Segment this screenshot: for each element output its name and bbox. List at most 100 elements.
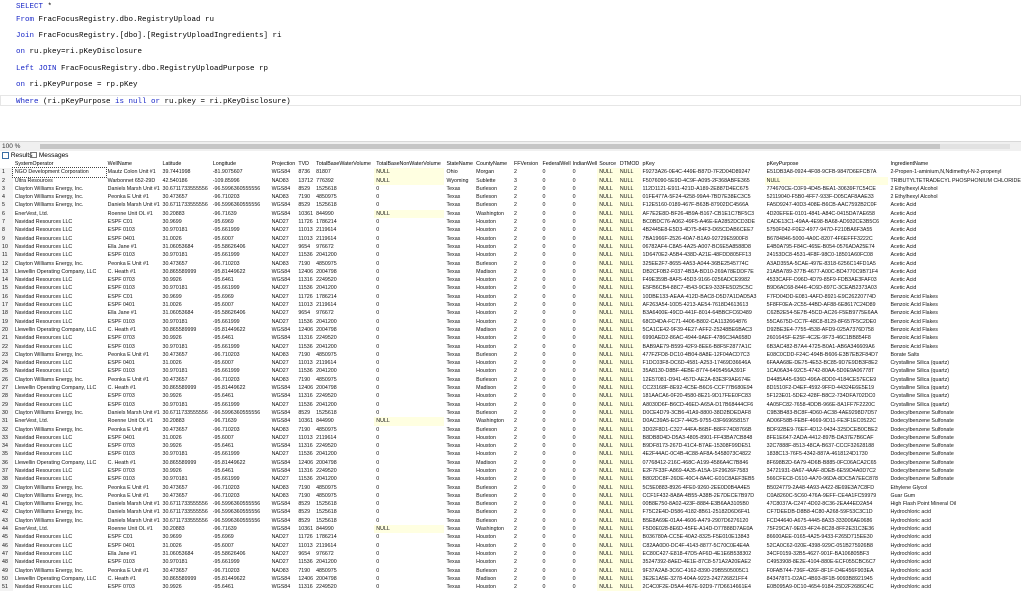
table-cell[interactable]: 8736 [296,168,314,176]
table-cell[interactable]: 4850975 [314,376,374,384]
code-line[interactable]: on ru.pkey=ri.pKeyDisclosure [16,48,142,56]
column-header[interactable]: TVD [296,160,315,169]
table-row[interactable]: 17 Navidad Resources LLC ESPF 0401 31.0026-… [0,301,1021,310]
table-cell[interactable]: 2 [512,185,540,193]
table-row[interactable]: 10 Navidad Resources LLC Ella Jane #1 31.06… [0,242,1021,252]
table-cell[interactable]: 2 [512,351,540,359]
table-cell[interactable]: 776392 [314,177,374,185]
table-cell[interactable]: Ethylene Glycol [888,484,1021,492]
table-cell[interactable]: Texas [444,201,474,209]
table-cell[interactable]: Benzoic Acid Flakes [888,318,1021,326]
table-cell[interactable]: Crystalline Silica (quartz) [888,384,1021,392]
table-cell[interactable]: NULL [597,350,618,360]
table-cell[interactable]: 2119614 [314,301,374,309]
table-cell[interactable]: 0 [540,201,570,209]
table-cell[interactable]: NULL [617,168,641,177]
table-cell[interactable]: Navidad Resources LLC [13,467,106,475]
table-cell[interactable]: 2249520 [314,467,374,475]
table-cell[interactable]: -95.81449622 [211,575,270,583]
table-cell[interactable]: 2041200 [314,558,374,566]
table-cell[interactable]: ESPF 0103 [106,251,161,259]
table-cell[interactable]: 7190 [296,426,314,434]
table-cell[interactable]: NULL [597,384,618,393]
table-cell[interactable]: NULL [597,234,618,243]
table-cell[interactable]: WGS84 [270,276,297,284]
table-cell[interactable]: FA5D9247-40D3-408E-B6CB-AAC7592B2C0F [765,201,889,209]
table-cell[interactable]: 1D6470E2-A5B4-438D-A21E-48FDD805FF13 [641,251,765,259]
table-cell[interactable]: NULL [617,574,641,584]
table-cell[interactable]: 0 [571,201,598,209]
table-cell[interactable]: 0 [571,508,598,516]
results-grid[interactable]: SystemOperator WellName Latitude Longitude P… [0,160,1021,593]
table-cell[interactable]: 2 [512,467,540,475]
table-cell[interactable]: Madison [474,326,512,334]
table-cell[interactable]: -96.710203 [211,426,270,434]
table-cell[interactable]: 4850975 [314,193,374,201]
table-cell[interactable]: Texas [444,309,474,317]
table-cell[interactable]: 0 [540,367,570,375]
table-cell[interactable]: 1838C13-76F5-4342-887A-4618124D1730 [765,450,889,458]
table-cell[interactable]: 0 [571,326,598,334]
table-cell[interactable]: 2-Propen-1-aminium,N,Ndimethyl-N-2-prope… [888,168,1021,176]
table-cell[interactable]: 0 [540,517,570,525]
table-cell[interactable]: C62B2E54-5E7B-45CD-AC26-F5EB9775E6AA [765,309,889,317]
table-cell[interactable]: 12406 [296,575,314,583]
table-cell[interactable]: 2 [512,343,540,351]
table-cell[interactable]: 0 [540,193,570,201]
table-cell[interactable]: 30.6711733555556 [161,409,211,417]
table-cell[interactable]: -95.661999 [211,450,270,458]
table-cell[interactable]: 24153DC8-4531-4F8F-98C0-18501A60FC08 [765,251,889,259]
table-cell[interactable]: Burleson [474,508,512,516]
table-cell[interactable]: 55CA675D-CC7F-48C8-8129-8F657F5C2DE0 [765,318,889,326]
table-cell[interactable]: Texas [444,293,474,301]
table-cell[interactable]: -95.81449622 [211,384,270,392]
table-cell[interactable]: 843478T1-D2AC-4B93-8F1B-9093B8921945 [765,575,889,583]
table-cell[interactable]: -95.6007 [211,434,270,442]
row-number[interactable]: 30 [0,408,13,418]
table-cell[interactable]: 0 [571,517,598,525]
table-cell[interactable]: NULL [597,334,618,343]
table-cell[interactable]: NULL [617,516,641,526]
table-cell[interactable]: EnerVest, Ltd. [13,525,106,533]
table-cell[interactable]: Navidad Resources LLC [13,235,106,243]
table-row[interactable]: 9 Navidad Resources LLC ESPF 0401 31.0026 -9… [0,234,1021,243]
table-cell[interactable]: NULL [597,458,618,467]
table-row[interactable]: 40 Clayton Williams Energy, Inc. Peonka E … [0,491,1021,501]
table-cell[interactable]: Benzoic Acid Flakes [888,301,1021,309]
table-cell[interactable]: Texas [444,301,474,309]
table-cell[interactable]: 11316 [296,467,314,475]
table-cell[interactable]: 30.473657 [161,492,211,500]
table-cell[interactable]: -96.71639 [211,210,270,218]
table-cell[interactable]: 0 [374,235,444,243]
table-cell[interactable]: 30.970181 [161,558,211,566]
table-cell[interactable]: Clayton Williams Energy, Inc. [13,517,106,525]
code-line[interactable]: Left JOIN FracFocusRegistry.dbo.Registry… [16,65,268,73]
table-cell[interactable]: -95.6007 [211,301,270,309]
table-cell[interactable]: NULL [597,184,618,194]
table-row[interactable]: 8 Navidad Resources LLC ESPF 0103 30.970181… [0,226,1021,235]
table-cell[interactable]: 2041200 [314,450,374,458]
table-cell[interactable]: 2 [512,442,540,450]
table-cell[interactable]: 30.9699 [161,533,211,541]
table-cell[interactable]: NAD27 [270,475,297,483]
table-cell[interactable]: 976672 [314,243,374,251]
table-cell[interactable]: 2 [512,475,540,483]
table-cell[interactable]: Dodecylbenzene Sulfonate [888,426,1021,434]
column-header[interactable]: Source [597,160,618,169]
column-header[interactable]: Longitude [210,160,270,169]
table-cell[interactable]: 2041200 [314,367,374,375]
table-cell[interactable]: Houston [474,318,512,326]
table-cell[interactable]: 8FE1E647-2ADA-4412-897B-DA37E7B6CAF [765,434,889,442]
table-cell[interactable]: 5750F042-F0E2-4977-947D-F210BA6F3A55 [765,226,889,234]
table-cell[interactable]: 30.473657 [161,426,211,434]
table-cell[interactable]: WGS84 [270,326,297,334]
row-number[interactable]: 44 [0,525,13,534]
table-cell[interactable]: Clayton Williams Energy, Inc. [13,500,106,508]
table-cell[interactable]: C. Heath #1 [106,268,161,276]
table-cell[interactable]: 2041200 [314,475,374,483]
table-cell[interactable]: 0 [540,392,570,400]
table-cell[interactable]: Peonka E Unit #1 [106,426,161,434]
table-cell[interactable]: 0 [540,567,570,575]
table-cell[interactable]: 11536 [296,251,314,259]
table-cell[interactable]: Burleson [474,426,512,434]
